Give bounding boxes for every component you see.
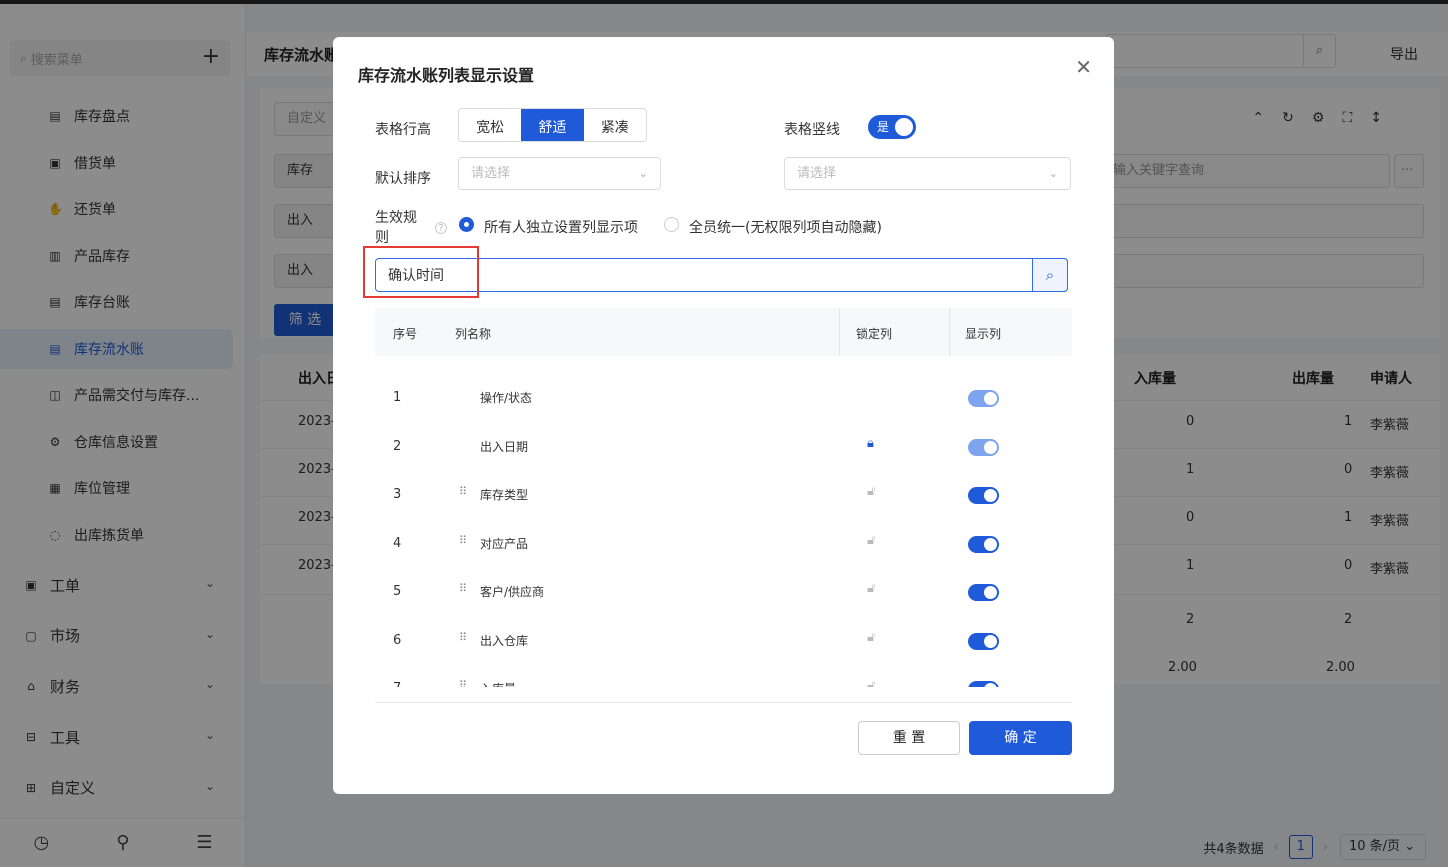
column-row[interactable]: 2 出入日期 🔒︎ [375, 423, 1072, 471]
column-row[interactable]: 7 ⠿ 入库量 🔓︎ [375, 665, 1072, 687]
column-row-number: 7 [393, 681, 401, 687]
sort-field-select[interactable]: 请选择 ⌄ [458, 157, 661, 190]
column-row[interactable]: 4 ⠿ 对应产品 🔓︎ [375, 520, 1072, 568]
sort-field-placeholder: 请选择 [471, 166, 511, 181]
drag-handle-icon[interactable]: ⠿ [459, 534, 467, 547]
show-column-toggle[interactable] [968, 487, 999, 504]
grid-divider [375, 702, 1072, 703]
show-column-toggle [968, 390, 999, 407]
column-row-name: 对应产品 [480, 536, 529, 551]
drag-handle-icon[interactable]: ⠿ [459, 679, 467, 687]
column-row-name: 出入仓库 [480, 633, 529, 648]
column-grid-body: 1 操作/状态 2 出入日期 🔒︎ 3 ⠿ 库存类型 🔓︎ 4 ⠿ 对应产品 🔓︎ 5 ⠿ 客户/供应商 🔓︎ 6… [375, 374, 1072, 687]
reset-button[interactable]: 重 置 [858, 721, 960, 755]
unlock-icon[interactable]: 🔓︎ [867, 533, 875, 548]
toggle-knob [984, 489, 997, 502]
column-grid-header: 序号 列名称 锁定列 显示列 [375, 308, 1072, 356]
show-column-toggle[interactable] [968, 632, 999, 650]
column-row-name: 入库量 [480, 680, 516, 687]
toggle-knob [984, 683, 997, 687]
header-no: 序号 [393, 327, 418, 341]
toggle-knob [895, 118, 913, 136]
annotation-highlight-box [363, 246, 479, 298]
drag-handle-icon[interactable]: ⠿ [459, 582, 467, 595]
confirm-button[interactable]: 确 定 [969, 721, 1072, 755]
unlock-icon[interactable]: 🔓︎ [867, 484, 875, 499]
rule-label: 生效规则 [375, 210, 417, 246]
column-row[interactable]: 5 ⠿ 客户/供应商 🔓︎ [375, 568, 1072, 616]
column-row[interactable]: 6 ⠿ 出入仓库 🔓︎ [375, 617, 1072, 665]
column-row-name: 库存类型 [480, 488, 529, 502]
column-row[interactable]: 1 操作/状态 [375, 374, 1072, 422]
show-column-toggle[interactable] [968, 535, 999, 553]
column-row-number: 5 [393, 584, 402, 599]
unlock-icon[interactable]: 🔓︎ [867, 630, 875, 645]
column-row-number: 3 [393, 487, 402, 502]
rule-option-unified[interactable]: 全员统一(无权限列项自动隐藏) [689, 217, 882, 237]
column-row-number: 1 [393, 390, 402, 405]
unlock-icon[interactable]: 🔓︎ [867, 581, 875, 596]
sort-order-placeholder: 请选择 [797, 166, 837, 181]
sort-label: 默认排序 [375, 171, 431, 187]
show-column-toggle [968, 438, 999, 456]
unlock-icon[interactable]: 🔓︎ [867, 678, 875, 687]
close-icon[interactable]: ✕ [1075, 55, 1092, 79]
toggle-knob [984, 586, 997, 599]
toggle-knob [984, 440, 997, 454]
row-height-option[interactable]: 紧凑 [584, 109, 646, 141]
rule-radio-individual[interactable] [459, 217, 474, 232]
rule-radio-unified[interactable] [664, 217, 679, 232]
column-row-name: 出入日期 [480, 439, 529, 454]
header-name: 列名称 [455, 327, 492, 341]
lock-icon[interactable]: 🔒︎ [867, 436, 874, 451]
row-height-label: 表格行高 [375, 122, 431, 138]
row-height-option[interactable]: 舒适 [521, 109, 584, 141]
column-row-number: 2 [393, 438, 402, 454]
search-icon[interactable]: ⌕ [1032, 258, 1068, 292]
header-show: 显示列 [965, 327, 1002, 341]
column-row-number: 4 [393, 535, 402, 551]
chevron-down-icon: ⌄ [1048, 167, 1058, 180]
column-row-number: 6 [393, 632, 402, 648]
toggle-text: 是 [877, 120, 890, 134]
toggle-knob [984, 537, 997, 551]
header-lock: 锁定列 [856, 327, 893, 341]
row-height-option[interactable]: 宽松 [459, 109, 521, 141]
column-row-name: 操作/状态 [480, 391, 533, 405]
toggle-knob [984, 634, 997, 648]
header-divider [949, 308, 950, 356]
vertical-line-label: 表格竖线 [784, 122, 840, 138]
column-row-name: 客户/供应商 [480, 585, 545, 599]
header-divider [839, 308, 840, 356]
rule-option-individual[interactable]: 所有人独立设置列显示项 [484, 217, 638, 237]
dialog-title: 库存流水账列表显示设置 [358, 66, 535, 85]
sort-order-select[interactable]: 请选择 ⌄ [784, 157, 1071, 190]
column-row[interactable]: 3 ⠿ 库存类型 🔓︎ [375, 471, 1072, 519]
chevron-down-icon: ⌄ [638, 167, 648, 180]
show-column-toggle[interactable] [968, 681, 999, 687]
show-column-toggle[interactable] [968, 584, 999, 601]
drag-handle-icon[interactable]: ⠿ [459, 631, 467, 644]
column-settings-dialog: 库存流水账列表显示设置 ✕ 表格行高 宽松 舒适 紧凑 表格竖线 是 默认排序 请选… [333, 37, 1114, 794]
row-height-segmented: 宽松 舒适 紧凑 [458, 108, 647, 142]
toggle-knob [984, 392, 997, 405]
help-icon[interactable]: ? [435, 222, 447, 234]
vertical-line-toggle[interactable]: 是 [868, 115, 916, 139]
drag-handle-icon[interactable]: ⠿ [459, 485, 467, 498]
